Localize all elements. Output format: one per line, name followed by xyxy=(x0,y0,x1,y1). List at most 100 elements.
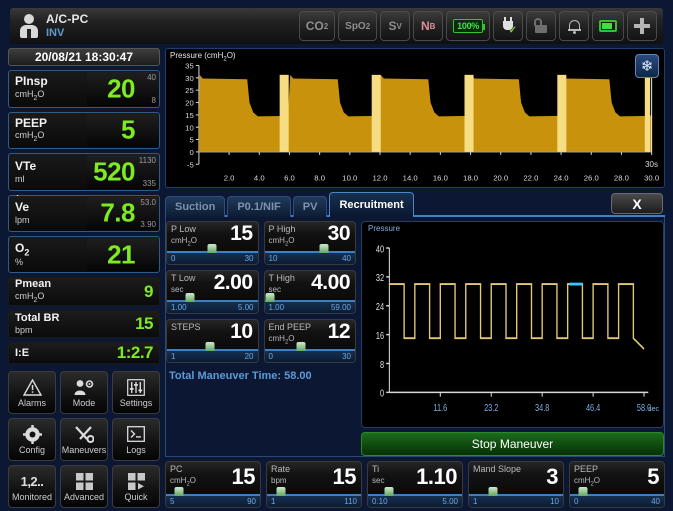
maneuvers-button[interactable]: Maneuvers xyxy=(60,418,108,462)
quick-button[interactable]: Quick xyxy=(112,465,160,509)
svg-text:18.0: 18.0 xyxy=(463,174,478,183)
param-tile-o2[interactable]: O2 % 21 xyxy=(8,235,160,274)
grid-play-icon xyxy=(127,471,145,491)
total-maneuver-time-label: Total Maneuver Time: 58.00 xyxy=(169,370,312,382)
logs-button[interactable]: Logs xyxy=(112,418,160,462)
close-button[interactable]: X xyxy=(611,193,663,214)
control-min: 5 xyxy=(170,497,175,506)
ventilation-settings-row: PC cmH2O 15 5 90 Rate bpm 15 1 110 Ti sec 1.10 0.10 5.… xyxy=(165,461,665,508)
control-rate[interactable]: Rate bpm 15 1 110 xyxy=(266,461,362,508)
battery-percent-icon[interactable]: 100% xyxy=(446,11,490,41)
control-p-low[interactable]: P Low cmH2O 15 0 30 xyxy=(166,221,259,265)
control-min: 1.00 xyxy=(171,303,187,312)
control-max: 40 xyxy=(651,497,660,506)
svg-text:20.0: 20.0 xyxy=(493,174,508,183)
control-pc[interactable]: PC cmH2O 15 5 90 xyxy=(165,461,261,508)
control-value: 15 xyxy=(231,464,256,489)
lock-open-icon[interactable] xyxy=(526,11,556,41)
mode-button[interactable]: Mode xyxy=(60,371,108,415)
button-label: Mode xyxy=(72,398,96,409)
datetime-display: 20/08/21 18:30:47 xyxy=(8,48,160,67)
bell-icon[interactable] xyxy=(559,11,589,41)
param-low-limit: 335 xyxy=(142,178,156,188)
param-tile-peep[interactable]: PEEP cmH2O 5 xyxy=(8,111,160,150)
nb-icon[interactable]: NB xyxy=(413,11,444,41)
tab-recruitment[interactable]: Recruitment xyxy=(329,192,414,217)
param-unit: ml xyxy=(15,173,25,184)
param-unit: bpm xyxy=(15,325,33,336)
control-value: 4.00 xyxy=(311,271,350,294)
tab-suction[interactable]: Suction xyxy=(165,196,226,217)
co2-icon[interactable]: CO 2 xyxy=(298,11,336,41)
control-t-high[interactable]: T High sec 4.00 1.00 59.00 xyxy=(263,270,356,314)
control-range: 5 90 xyxy=(166,496,260,507)
svg-text:8: 8 xyxy=(380,359,384,370)
alarms-button[interactable]: Alarms xyxy=(8,371,56,415)
plus-icon[interactable] xyxy=(627,11,657,41)
param-tile-vte[interactable]: VTe ml 1130 520 335 xyxy=(8,153,160,191)
svg-text:14.0: 14.0 xyxy=(403,174,418,183)
svg-text:46.4: 46.4 xyxy=(586,402,600,413)
control-max: 20 xyxy=(244,352,254,361)
param-name: O2 xyxy=(15,240,30,257)
control-mand-slope[interactable]: Mand Slope 3 1 10 xyxy=(468,461,564,508)
control-value: 15 xyxy=(230,222,253,245)
control-range: 10 40 xyxy=(264,253,355,264)
control-unit: sec xyxy=(171,285,184,294)
control-end-peep[interactable]: End PEEP cmH2O 12 0 30 xyxy=(263,319,356,363)
sv-icon[interactable]: SV xyxy=(380,11,411,41)
config-button[interactable]: Config xyxy=(8,418,56,462)
param-tile-ve[interactable]: ˙ Ve lpm 53.0 7.8 3.90 xyxy=(8,194,160,232)
svg-text:16.0: 16.0 xyxy=(433,174,448,183)
ventilator-screen: A/C-PC INV CO 2 SpO 2 SV NB 100% ✓ 20/08… xyxy=(0,0,673,511)
control-max: 5.00 xyxy=(237,303,254,312)
settings-button[interactable]: Settings xyxy=(112,371,160,415)
control-ti[interactable]: Ti sec 1.10 0.10 5.00 xyxy=(367,461,463,508)
param-name: Pmean xyxy=(15,278,52,291)
top-icon-bar: CO 2 SpO 2 SV NB 100% ✓ xyxy=(298,11,657,41)
param-tile-ie[interactable]: I:E 1:2.7 xyxy=(8,342,160,365)
control-max: 30 xyxy=(342,352,351,361)
tab-p01nif[interactable]: P0.1/NIF xyxy=(227,196,291,217)
control-t-low[interactable]: T Low sec 2.00 1.00 5.00 xyxy=(166,270,259,314)
tools-icon xyxy=(74,424,94,444)
maneuver-tab-bar: Suction P0.1/NIF PV Recruitment X xyxy=(165,191,665,217)
button-label: Maneuvers xyxy=(61,445,107,456)
control-max: 10 xyxy=(550,497,559,506)
spo2-icon[interactable]: SpO 2 xyxy=(338,11,378,41)
control-value: 1.10 xyxy=(416,464,457,489)
param-tile-pmean[interactable]: Pmean cmH2O 9 xyxy=(8,277,160,306)
svg-text:30: 30 xyxy=(185,74,194,83)
battery-percent-label: 100% xyxy=(453,19,485,33)
power-plug-icon[interactable]: ✓ xyxy=(493,11,523,41)
svg-text:16: 16 xyxy=(376,330,384,341)
svg-text:5: 5 xyxy=(189,136,193,145)
control-max: 59.00 xyxy=(330,303,351,312)
svg-text:35: 35 xyxy=(185,62,194,71)
param-tile-pinsp[interactable]: PInsp cmH2O 40 20 8 xyxy=(8,70,160,108)
waveform-time-label: 30s xyxy=(645,160,658,169)
svg-text:4.0: 4.0 xyxy=(254,174,265,183)
tab-pv[interactable]: PV xyxy=(292,196,328,217)
battery-icon[interactable] xyxy=(592,11,624,41)
control-value: 30 xyxy=(327,222,351,245)
control-p-high[interactable]: P High cmH2O 30 10 40 xyxy=(263,221,356,265)
control-label: Ti xyxy=(372,464,380,474)
stop-maneuver-button[interactable]: Stop Maneuver xyxy=(361,432,664,456)
param-high-limit: 1130 xyxy=(138,156,156,166)
control-label: STEPS xyxy=(171,322,201,332)
param-value: 9 xyxy=(144,281,153,301)
control-steps[interactable]: STEPS 10 1 20 xyxy=(166,319,259,363)
recruitment-chart: Pressure 40 32 24 16 8 0 11.6 23.2 34.8 46.4 58.0 … xyxy=(361,221,664,428)
patient-mode-block[interactable]: A/C-PC INV xyxy=(10,12,89,39)
control-value: 12 xyxy=(327,320,351,343)
control-max: 90 xyxy=(247,497,256,506)
param-tile-total-br[interactable]: Total BR bpm 15 xyxy=(8,309,160,339)
advanced-button[interactable]: Advanced xyxy=(60,465,108,509)
monitoring-sidebar: 20/08/21 18:30:47 PInsp cmH2O 40 20 8 PE… xyxy=(8,48,160,509)
button-label: Advanced xyxy=(63,492,105,503)
monitored-button[interactable]: 1,2.. Monitored xyxy=(8,465,56,509)
control-peep[interactable]: PEEP cmH2O 5 0 40 xyxy=(569,461,665,508)
control-min: 0 xyxy=(171,254,176,263)
snowflake-icon[interactable]: ❄ xyxy=(635,54,659,78)
